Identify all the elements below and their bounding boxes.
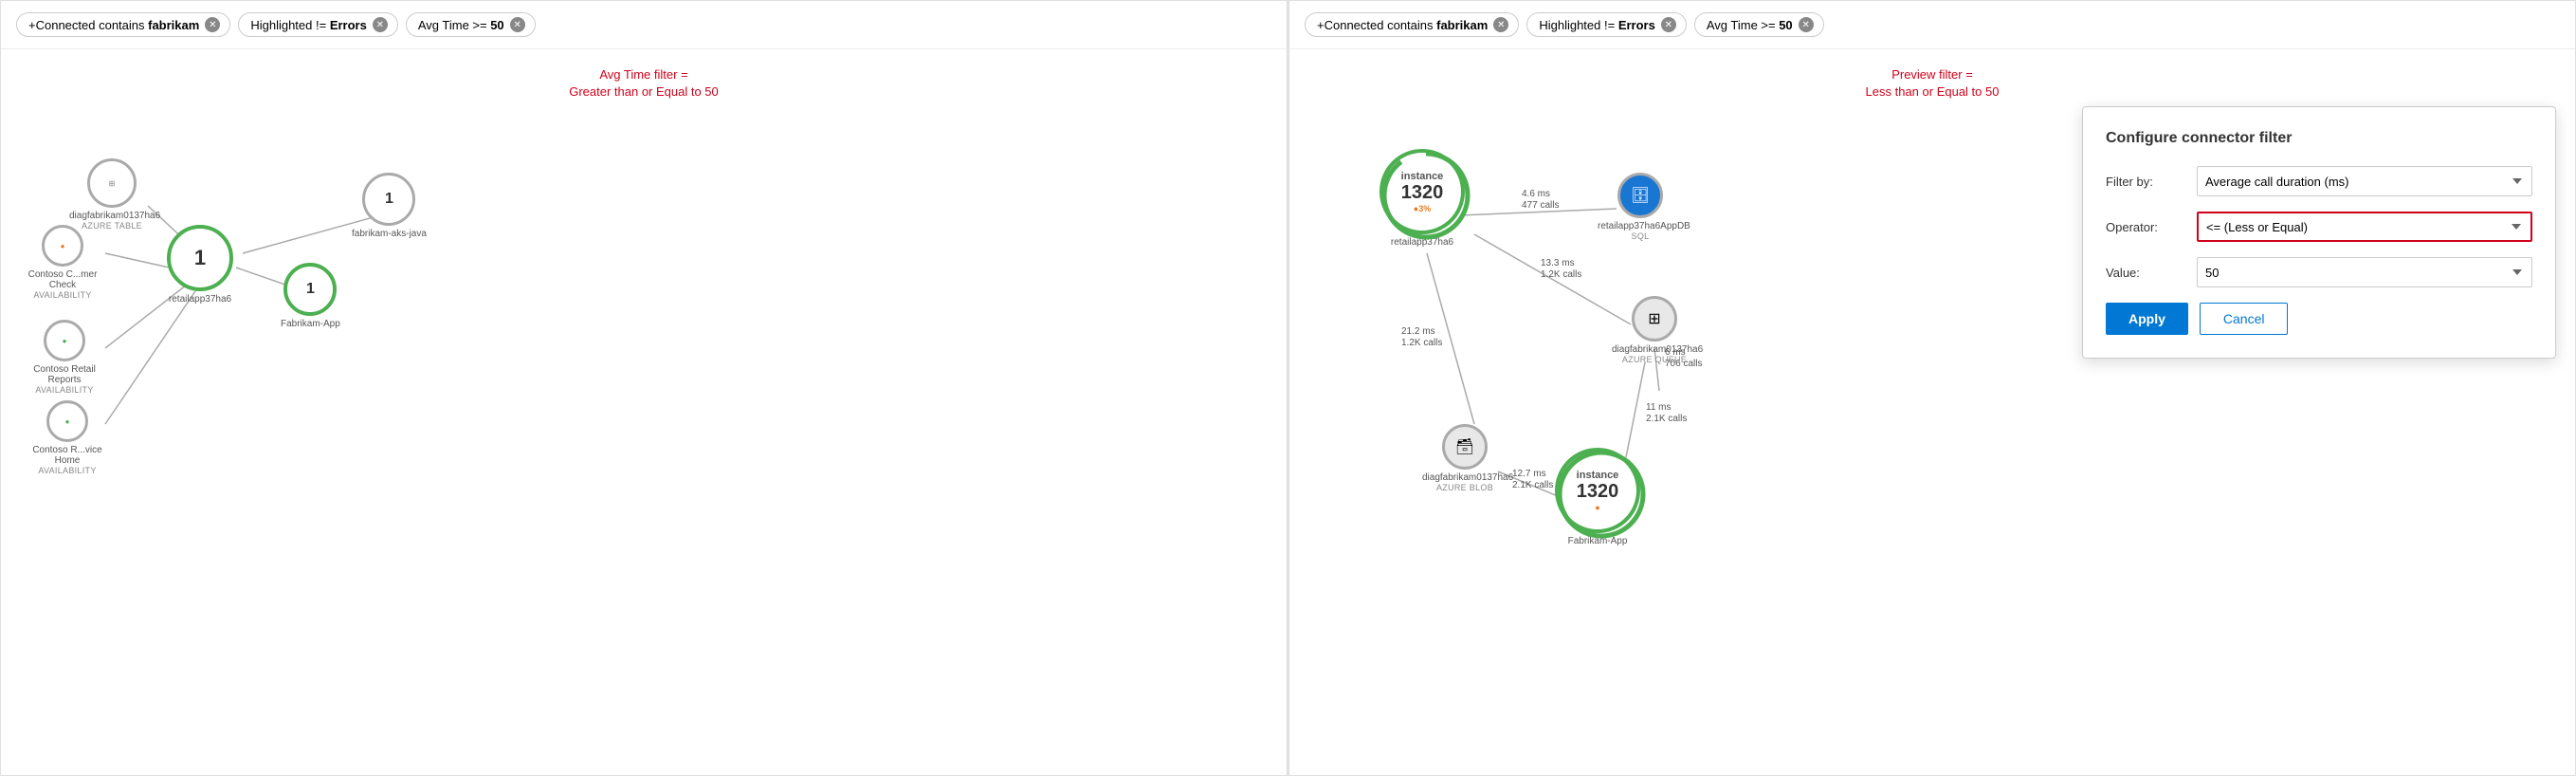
node-contoso-check-label: Contoso C...mer Check (20, 269, 105, 290)
filter-connected-right-text: +Connected contains fabrikam (1317, 18, 1488, 32)
node-diagfabrikam-queue-icon: ⊞ (1632, 296, 1677, 342)
filter-highlighted-left-close[interactable]: ✕ (373, 17, 388, 32)
configure-panel-title: Configure connector filter (2106, 130, 2532, 147)
filter-tag-highlighted-right[interactable]: Highlighted != Errors ✕ (1526, 12, 1687, 37)
filter-highlighted-right-close[interactable]: ✕ (1661, 17, 1676, 32)
form-actions: Apply Cancel (2106, 303, 2532, 335)
node-diagfabrikam-queue-label: diagfabrikam0137ha6 (1612, 344, 1697, 355)
filter-highlighted-left-text: Highlighted != Errors (250, 18, 367, 32)
node-retailapp-db-right[interactable]: 🗄 retailapp37ha6AppDB SQL (1598, 173, 1683, 241)
node-diagfabrikam-blob-right[interactable]: 🗃 diagfabrikam0137ha6 AZURE BLOB (1422, 424, 1507, 492)
value-select[interactable]: 50100200500 (2197, 257, 2532, 287)
filter-tag-avgtime-right[interactable]: Avg Time >= 50 ✕ (1694, 12, 1824, 37)
node-retailapp-left[interactable]: 1 retailapp37ha6 (167, 225, 233, 305)
right-panel: +Connected contains fabrikam ✕ Highlight… (1288, 0, 2576, 776)
node-retailapp-db-icon: 🗄 (1617, 173, 1663, 218)
svg-text:12.7 ms: 12.7 ms (1512, 469, 1546, 479)
filter-connected-right-close[interactable]: ✕ (1493, 17, 1508, 32)
svg-text:21.2 ms: 21.2 ms (1401, 326, 1435, 337)
node-fabrikam-app-label: Fabrikam-App (281, 319, 340, 329)
node-retailapp-left-label: retailapp37ha6 (169, 294, 231, 305)
filter-avgtime-left-text: Avg Time >= 50 (418, 18, 504, 32)
configure-panel: Configure connector filter Filter by: Av… (2082, 106, 2556, 359)
filter-by-row: Filter by: Average call duration (ms)Cal… (2106, 166, 2532, 196)
svg-text:11 ms: 11 ms (1646, 402, 1672, 413)
node-contoso-reports-left[interactable]: ● Contoso Retail Reports AVAILABILITY (22, 320, 107, 395)
filter-avgtime-left-close[interactable]: ✕ (510, 17, 525, 32)
node-retailapp-db-label: retailapp37ha6AppDB (1598, 221, 1683, 231)
operator-select[interactable]: <= (Less or Equal)>= (Greater or Equal)=… (2197, 212, 2532, 242)
value-label: Value: (2106, 266, 2182, 280)
left-graph-area: Avg Time filter = Greater than or Equal … (1, 49, 1287, 770)
filter-by-label: Filter by: (2106, 175, 2182, 189)
filter-by-select[interactable]: Average call duration (ms)Call countFail… (2197, 166, 2532, 196)
right-filter-text: Preview filter = Less than or Equal to 5… (1866, 66, 2000, 101)
node-fabrikam-aks-label: fabrikam-aks-java (352, 229, 427, 239)
svg-text:13.3 ms: 13.3 ms (1541, 258, 1575, 268)
apply-button[interactable]: Apply (2106, 303, 2188, 335)
filter-connected-left-text: +Connected contains fabrikam (28, 18, 199, 32)
svg-text:1.2K calls: 1.2K calls (1401, 338, 1442, 348)
filter-tag-connected-left[interactable]: +Connected contains fabrikam ✕ (16, 12, 230, 37)
filter-highlighted-right-text: Highlighted != Errors (1539, 18, 1655, 32)
node-diagfabrikam-blob-label: diagfabrikam0137ha6 (1422, 472, 1507, 483)
left-edges-svg (1, 49, 1287, 770)
right-graph-area: Preview filter = Less than or Equal to 5… (1289, 49, 2575, 770)
left-filter-bar: +Connected contains fabrikam ✕ Highlight… (1, 1, 1287, 49)
svg-text:4.6 ms: 4.6 ms (1522, 189, 1550, 199)
node-diagfabrikam-left-label: diagfabrikam0137ha6 (69, 211, 155, 221)
value-row: Value: 50100200500 (2106, 257, 2532, 287)
operator-label: Operator: (2106, 220, 2182, 234)
left-panel: +Connected contains fabrikam ✕ Highlight… (0, 0, 1288, 776)
filter-tag-avgtime-left[interactable]: Avg Time >= 50 ✕ (406, 12, 536, 37)
filter-tag-highlighted-left[interactable]: Highlighted != Errors ✕ (238, 12, 398, 37)
operator-row: Operator: <= (Less or Equal)>= (Greater … (2106, 212, 2532, 242)
filter-avgtime-right-close[interactable]: ✕ (1799, 17, 1814, 32)
svg-text:477 calls: 477 calls (1522, 200, 1559, 211)
node-instance-1320[interactable]: instance 1320 ●3% retailapp37ha6 (1379, 149, 1465, 248)
node-diagfabrikam-queue-right[interactable]: ⊞ diagfabrikam0137ha6 AZURE QUEUE (1612, 296, 1697, 364)
node-contoso-check-left[interactable]: ● Contoso C...mer Check AVAILABILITY (20, 225, 105, 300)
svg-text:2.1K calls: 2.1K calls (1646, 414, 1687, 424)
filter-connected-left-close[interactable]: ✕ (205, 17, 220, 32)
node-diagfabrikam-left[interactable]: ⊞ diagfabrikam0137ha6 AZURE TABLE (69, 158, 155, 231)
filter-avgtime-right-text: Avg Time >= 50 (1707, 18, 1793, 32)
node-diagfabrikam-blob-icon: 🗃 (1442, 424, 1488, 470)
svg-text:2.1K calls: 2.1K calls (1512, 480, 1553, 490)
node-fabrikam-aks-left[interactable]: 1 fabrikam-aks-java (352, 173, 427, 239)
node-contoso-reports-label: Contoso Retail Reports (22, 364, 107, 385)
node-fabrikam-app-left[interactable]: 1 Fabrikam-App (281, 263, 340, 329)
node-contoso-home-label: Contoso R...vice Home (25, 445, 110, 466)
cancel-button[interactable]: Cancel (2200, 303, 2289, 335)
filter-tag-connected-right[interactable]: +Connected contains fabrikam ✕ (1305, 12, 1519, 37)
right-filter-bar: +Connected contains fabrikam ✕ Highlight… (1289, 1, 2575, 49)
svg-text:1.2K calls: 1.2K calls (1541, 269, 1581, 280)
left-filter-text: Avg Time filter = Greater than or Equal … (569, 66, 719, 101)
node-contoso-home-left[interactable]: ● Contoso R...vice Home AVAILABILITY (25, 400, 110, 475)
node-fabrikam-app-right[interactable]: instance 1320 ● Fabrikam-App (1555, 448, 1640, 546)
